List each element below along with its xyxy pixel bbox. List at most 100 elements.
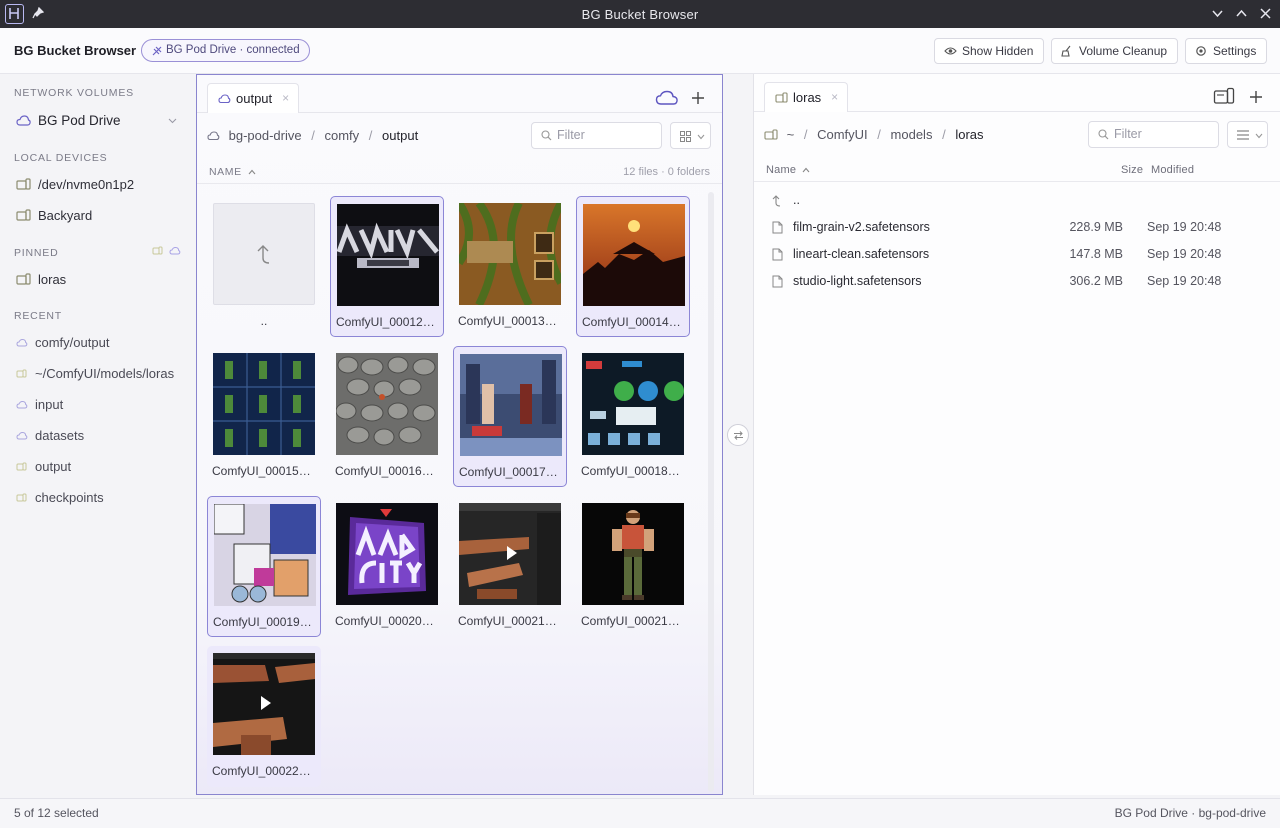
file-tile[interactable]: ComfyUI_00015_.png: [207, 346, 321, 487]
local-drive-icon[interactable]: [1213, 87, 1235, 105]
thumbnail: [582, 503, 684, 605]
row-modified: Sep 19 20:48: [1147, 247, 1222, 261]
file-tile[interactable]: ComfyUI_00017_.png: [453, 346, 567, 487]
settings-button[interactable]: Settings: [1185, 38, 1268, 64]
cloud-sync-icon[interactable]: [655, 89, 679, 107]
recent-item-input[interactable]: input: [16, 392, 188, 418]
network-volumes-heading: NETWORK VOLUMES: [14, 87, 134, 99]
tab-label: loras: [793, 90, 822, 105]
file-row[interactable]: studio-light.safetensors 306.2 MB Sep 19…: [770, 268, 1266, 295]
modified-column-header[interactable]: Modified: [1151, 164, 1194, 176]
file-tile[interactable]: ComfyUI_00016_.png: [330, 346, 444, 487]
cloud-icon: [16, 338, 28, 348]
breadcrumb-segment[interactable]: bg-pod-drive: [229, 128, 302, 143]
chevron-down-icon[interactable]: [1211, 7, 1224, 20]
file-row[interactable]: film-grain-v2.safetensors 228.9 MB Sep 1…: [770, 214, 1266, 241]
breadcrumb-current[interactable]: loras: [955, 127, 983, 142]
chevron-down-icon: [697, 134, 705, 140]
drive-icon: [16, 369, 28, 379]
file-tile[interactable]: ComfyUI_00018_.png: [576, 346, 690, 487]
sidebar-item-nvme[interactable]: /dev/nvme0n1p2: [14, 172, 186, 198]
close-icon[interactable]: ×: [831, 83, 838, 112]
file-tile[interactable]: ComfyUI_00013_.png: [453, 196, 567, 337]
filter-placeholder: Filter: [1114, 127, 1142, 141]
add-tab-icon[interactable]: [691, 91, 705, 105]
tile-label: ComfyUI_00018_.png: [581, 464, 685, 478]
file-tile[interactable]: ComfyUI_00021_.png: [576, 496, 690, 637]
chevron-down-icon[interactable]: [168, 108, 177, 134]
sidebar-item-backyard[interactable]: Backyard: [14, 203, 186, 229]
close-icon[interactable]: ×: [282, 84, 289, 113]
file-row[interactable]: lineart-clean.safetensors 147.8 MB Sep 1…: [770, 241, 1266, 268]
breadcrumb-current[interactable]: output: [382, 128, 418, 143]
recent-item-datasets[interactable]: datasets: [16, 423, 188, 449]
recent-item-loras-path[interactable]: ~/ComfyUI/models/loras: [16, 361, 188, 387]
row-modified: Sep 19 20:48: [1147, 274, 1222, 288]
grid-view-icon: [680, 131, 691, 142]
add-tab-icon[interactable]: [1249, 90, 1263, 104]
breadcrumb-segment[interactable]: comfy: [325, 128, 360, 143]
breadcrumb-segment[interactable]: ~: [787, 127, 795, 142]
thumbnail: [459, 203, 561, 305]
row-modified: Sep 19 20:48: [1147, 220, 1222, 234]
name-column-header[interactable]: NAME: [209, 166, 256, 178]
breadcrumb-separator: /: [803, 127, 808, 143]
recent-item-label: comfy/output: [35, 335, 110, 350]
breadcrumb-segment[interactable]: ComfyUI: [817, 127, 868, 142]
row-name: studio-light.safetensors: [793, 274, 922, 288]
thumbnail: [460, 354, 562, 456]
app-title: BG Bucket Browser: [14, 43, 137, 58]
up-arrow-icon: [254, 242, 274, 266]
header-divider: [197, 183, 722, 184]
recent-item-comfy-output[interactable]: comfy/output: [16, 330, 188, 356]
file-tile[interactable]: ComfyUI_00014_.png: [576, 196, 690, 337]
view-mode-button[interactable]: [1227, 121, 1268, 148]
parent-folder-tile[interactable]: ..: [207, 196, 321, 337]
drive-icon: [16, 462, 28, 472]
row-name: film-grain-v2.safetensors: [793, 220, 930, 234]
filter-input[interactable]: Filter: [1088, 121, 1219, 148]
sidebar-item-bg-pod-drive[interactable]: BG Pod Drive: [14, 108, 186, 134]
chevron-up-icon[interactable]: [1235, 7, 1248, 20]
recent-item-output[interactable]: output: [16, 454, 188, 480]
local-pin-indicator-icon: [152, 246, 164, 256]
title-bar: BG Bucket Browser: [0, 0, 1280, 28]
tile-label: ComfyUI_00022_.mp4: [212, 764, 316, 778]
left-file-panel: output × bg-pod-drive / comfy / output F…: [196, 74, 723, 795]
file-tile[interactable]: ComfyUI_00021_.mp4: [453, 496, 567, 637]
filter-input[interactable]: Filter: [531, 122, 662, 149]
view-mode-button[interactable]: [670, 122, 711, 149]
file-tile[interactable]: ComfyUI_00012_.png: [330, 196, 444, 337]
parent-folder-row[interactable]: ..: [770, 187, 1266, 214]
thumbnail: [582, 353, 684, 455]
tile-label: ComfyUI_00015_.png: [212, 464, 316, 478]
show-hidden-button[interactable]: Show Hidden: [934, 38, 1045, 64]
recent-item-label: datasets: [35, 428, 85, 443]
status-bar: 5 of 12 selected BG Pod Drive · bg-pod-d…: [0, 798, 1280, 828]
recent-item-label: ~/ComfyUI/models/loras: [35, 366, 175, 381]
file-tile[interactable]: ComfyUI_00022_.mp4: [207, 646, 321, 787]
close-window-icon[interactable]: [1259, 7, 1272, 20]
scrollbar[interactable]: [708, 192, 714, 792]
tab-loras[interactable]: loras ×: [764, 82, 849, 112]
volume-cleanup-button[interactable]: Volume Cleanup: [1051, 38, 1179, 64]
sidebar: NETWORK VOLUMES BG Pod Drive LOCAL DEVIC…: [0, 74, 196, 798]
size-column-header[interactable]: Size: [1121, 164, 1143, 176]
sort-asc-icon: [248, 169, 256, 175]
row-size: 228.9 MB: [1069, 220, 1123, 234]
thumbnail: [583, 204, 685, 306]
sidebar-item-loras[interactable]: loras: [14, 267, 186, 293]
file-tile[interactable]: ComfyUI_00019_.png: [207, 496, 321, 637]
volume-cleanup-label: Volume Cleanup: [1079, 44, 1168, 58]
tile-label: ComfyUI_00013_.png: [458, 314, 562, 328]
cloud-icon: [16, 114, 31, 127]
recent-item-checkpoints[interactable]: checkpoints: [16, 485, 188, 511]
swap-panels-button[interactable]: [727, 424, 749, 446]
name-column-header[interactable]: Name: [766, 164, 810, 176]
broom-icon: [1061, 45, 1073, 57]
file-icon: [772, 221, 783, 234]
connection-badge[interactable]: BG Pod Drive · connected: [141, 39, 310, 62]
file-tile[interactable]: ComfyUI_00020_.png: [330, 496, 444, 637]
tab-output[interactable]: output ×: [207, 83, 300, 113]
breadcrumb-segment[interactable]: models: [891, 127, 933, 142]
